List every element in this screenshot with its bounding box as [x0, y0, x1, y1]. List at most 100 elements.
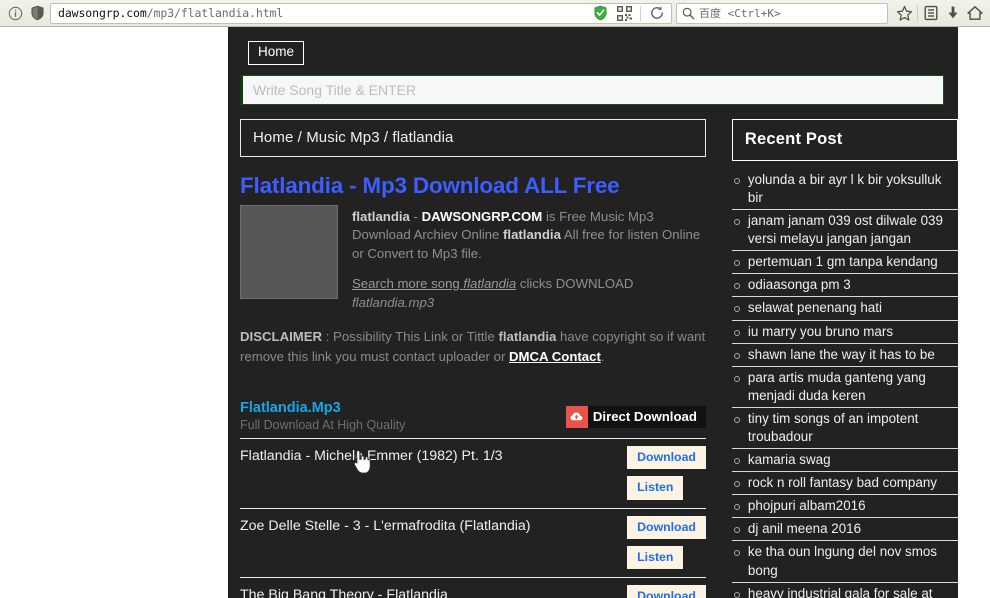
content-columns: Home / Music Mp3 / flatlandia Flatlandia… — [228, 105, 958, 598]
toolbar-divider — [640, 5, 641, 21]
track-list: Flatlandia.Mp3 Full Download At High Qua… — [240, 400, 706, 598]
url-text: dawsongrp.com/mp3/flatlandia.html — [58, 6, 589, 20]
search-more-line: Search more song flatlandia clicks DOWNL… — [352, 275, 706, 312]
search-more-keyword: flatlandia — [463, 275, 517, 291]
intro-text: flatlandia - DAWSONGRP.COM is Free Music… — [352, 205, 706, 313]
star-bookmark-icon[interactable] — [893, 2, 915, 24]
intro-paragraph: flatlandia - DAWSONGRP.COM is Free Music… — [352, 208, 706, 264]
info-icon[interactable] — [4, 2, 26, 24]
recent-post-link[interactable]: kamaria swag — [748, 451, 958, 469]
url-host: dawsongrp.com — [58, 6, 147, 20]
song-search-input[interactable] — [240, 74, 944, 105]
search-icon — [682, 7, 695, 19]
download-arrow-icon[interactable] — [942, 2, 964, 24]
toolbar-divider — [917, 5, 918, 21]
track-row: Zoe Delle Stelle - 3 - L'ermafrodita (Fl… — [240, 509, 706, 579]
recent-post-list: yolunda a bir ayr l k bir yoksulluk bir … — [731, 171, 958, 598]
list-item[interactable]: tiny tim songs of an impotent troubadour — [731, 410, 958, 450]
recent-post-title: Recent Post — [744, 129, 843, 148]
tracking-protection-shield-icon[interactable] — [589, 2, 611, 24]
search-more-link-keyword[interactable]: flatlandia — [463, 276, 516, 291]
track-actions: Download Listen — [627, 509, 706, 570]
featured-track-info: Flatlandia.Mp3 Full Download At High Qua… — [240, 400, 405, 432]
list-item[interactable]: heavy industrial gala for sale at bhiwan… — [732, 585, 958, 598]
url-path: /mp3/flatlandia.html — [146, 6, 284, 20]
home-nav-button[interactable]: Home — [248, 41, 305, 65]
featured-track-subtitle: Full Download At High Quality — [240, 417, 406, 432]
disclaimer-label: DISCLAIMER — [240, 329, 323, 345]
sidebar: Recent Post yolunda a bir ayr l k bir yo… — [731, 118, 958, 598]
recent-post-link[interactable]: heavy industrial gala for sale at bhiwan… — [748, 585, 958, 598]
recent-post-link[interactable]: odiaasonga pm 3 — [748, 276, 958, 294]
site-container: Home Home / Music Mp3 / flatlandia Flatl… — [228, 27, 958, 598]
track-actions: Download Listen — [627, 439, 706, 500]
recent-post-link[interactable]: yolunda a bir ayr l k bir yoksulluk bir — [748, 171, 958, 207]
browser-search-placeholder: 百度 <Ctrl+K> — [699, 7, 781, 20]
disclaimer-text: DISCLAIMER : Possibility This Link or Ti… — [240, 327, 706, 365]
recent-post-link[interactable]: selawat penenang hati — [748, 299, 958, 317]
track-title[interactable]: Flatlandia - Michele Emmer (1982) Pt. 1/… — [240, 439, 503, 465]
dmca-contact-link[interactable]: DMCA Contact — [509, 349, 601, 364]
disclaimer-period: . — [600, 348, 605, 364]
track-row: The Big Bang Theory - Flatlandia Downloa… — [240, 578, 706, 598]
list-item[interactable]: pertemuan 1 gm tanpa kendang — [731, 253, 958, 275]
direct-download-button[interactable]: Direct Download — [565, 405, 706, 428]
shield-icon[interactable] — [26, 2, 48, 24]
url-bar[interactable]: dawsongrp.com/mp3/flatlandia.html — [50, 2, 672, 24]
recent-post-link[interactable]: para artis muda ganteng yang menjadi dud… — [748, 369, 958, 405]
intro-block: flatlandia - DAWSONGRP.COM is Free Music… — [240, 204, 706, 313]
track-download-button[interactable]: Download — [627, 515, 706, 539]
list-item[interactable]: odiaasonga pm 3 — [731, 276, 958, 298]
direct-download-label: Direct Download — [592, 409, 697, 425]
browser-search-bar[interactable]: 百度 <Ctrl+K> — [676, 2, 888, 24]
track-listen-button[interactable]: Listen — [627, 545, 684, 570]
reload-icon[interactable] — [646, 2, 668, 24]
list-item[interactable]: para artis muda ganteng yang menjadi dud… — [731, 369, 958, 408]
track-actions: Download Listen — [627, 578, 706, 598]
page-viewport: Home Home / Music Mp3 / flatlandia Flatl… — [0, 27, 990, 598]
album-thumbnail — [240, 204, 338, 299]
intro-dash: - — [409, 208, 422, 224]
featured-track-title[interactable]: Flatlandia.Mp3 — [240, 400, 405, 416]
recent-post-link[interactable]: iu marry you bruno mars — [748, 323, 958, 341]
list-item[interactable]: selawat penenang hati — [731, 299, 958, 321]
recent-post-link[interactable]: ke tha oun lngung del nov smos bong — [748, 543, 958, 579]
library-icon[interactable] — [920, 2, 942, 24]
track-listen-button[interactable]: Listen — [627, 476, 684, 500]
list-item[interactable]: phojpuri albam2016 — [731, 497, 958, 519]
brand-name: DAWSONGRP.COM — [421, 208, 543, 224]
search-more-link[interactable]: Search more song — [352, 276, 463, 291]
disclaimer-keyword: flatlandia — [498, 329, 557, 345]
site-header: Home — [228, 27, 958, 65]
list-item[interactable]: shawn lane the way it has to be — [731, 346, 958, 367]
qr-code-icon[interactable] — [613, 2, 635, 24]
track-download-button[interactable]: Download — [627, 585, 706, 598]
recent-post-link[interactable]: janam janam 039 ost dilwale 039 versi me… — [748, 212, 958, 248]
disclaimer-text1: : Possibility This Link or Tittle — [322, 329, 499, 345]
track-title[interactable]: The Big Bang Theory - Flatlandia — [240, 578, 448, 598]
list-item[interactable]: janam janam 039 ost dilwale 039 versi me… — [731, 212, 958, 252]
track-row: Flatlandia - Michele Emmer (1982) Pt. 1/… — [240, 439, 706, 509]
list-item[interactable]: ke tha oun lngung del nov smos bong — [731, 543, 958, 583]
breadcrumb[interactable]: Home / Music Mp3 / flatlandia — [240, 118, 706, 157]
recent-post-link[interactable]: shawn lane the way it has to be — [748, 346, 958, 364]
list-item[interactable]: rock n roll fantasy bad company — [731, 474, 958, 496]
song-search-wrap — [228, 65, 958, 105]
recent-post-link[interactable]: dj anil meena 2016 — [748, 520, 958, 538]
recent-post-link[interactable]: pertemuan 1 gm tanpa kendang — [748, 253, 958, 271]
cloud-download-icon — [565, 405, 588, 428]
list-item[interactable]: dj anil meena 2016 — [731, 520, 958, 542]
list-item[interactable]: kamaria swag — [731, 451, 958, 473]
recent-post-header-box: Recent Post — [731, 118, 958, 161]
list-item[interactable]: yolunda a bir ayr l k bir yoksulluk bir — [731, 171, 958, 211]
browser-toolbar: dawsongrp.com/mp3/flatlandia.html 百度 <Ct… — [0, 0, 990, 27]
track-download-button[interactable]: Download — [627, 445, 706, 470]
track-title[interactable]: Zoe Delle Stelle - 3 - L'ermafrodita (Fl… — [240, 509, 531, 535]
intro-keyword-2: flatlandia — [503, 227, 561, 243]
recent-post-link[interactable]: rock n roll fantasy bad company — [748, 474, 958, 492]
recent-post-link[interactable]: tiny tim songs of an impotent troubadour — [748, 410, 958, 446]
home-icon[interactable] — [964, 2, 986, 24]
list-item[interactable]: iu marry you bruno mars — [731, 323, 958, 344]
recent-post-link[interactable]: phojpuri albam2016 — [748, 497, 958, 515]
main-column: Home / Music Mp3 / flatlandia Flatlandia… — [240, 118, 706, 598]
